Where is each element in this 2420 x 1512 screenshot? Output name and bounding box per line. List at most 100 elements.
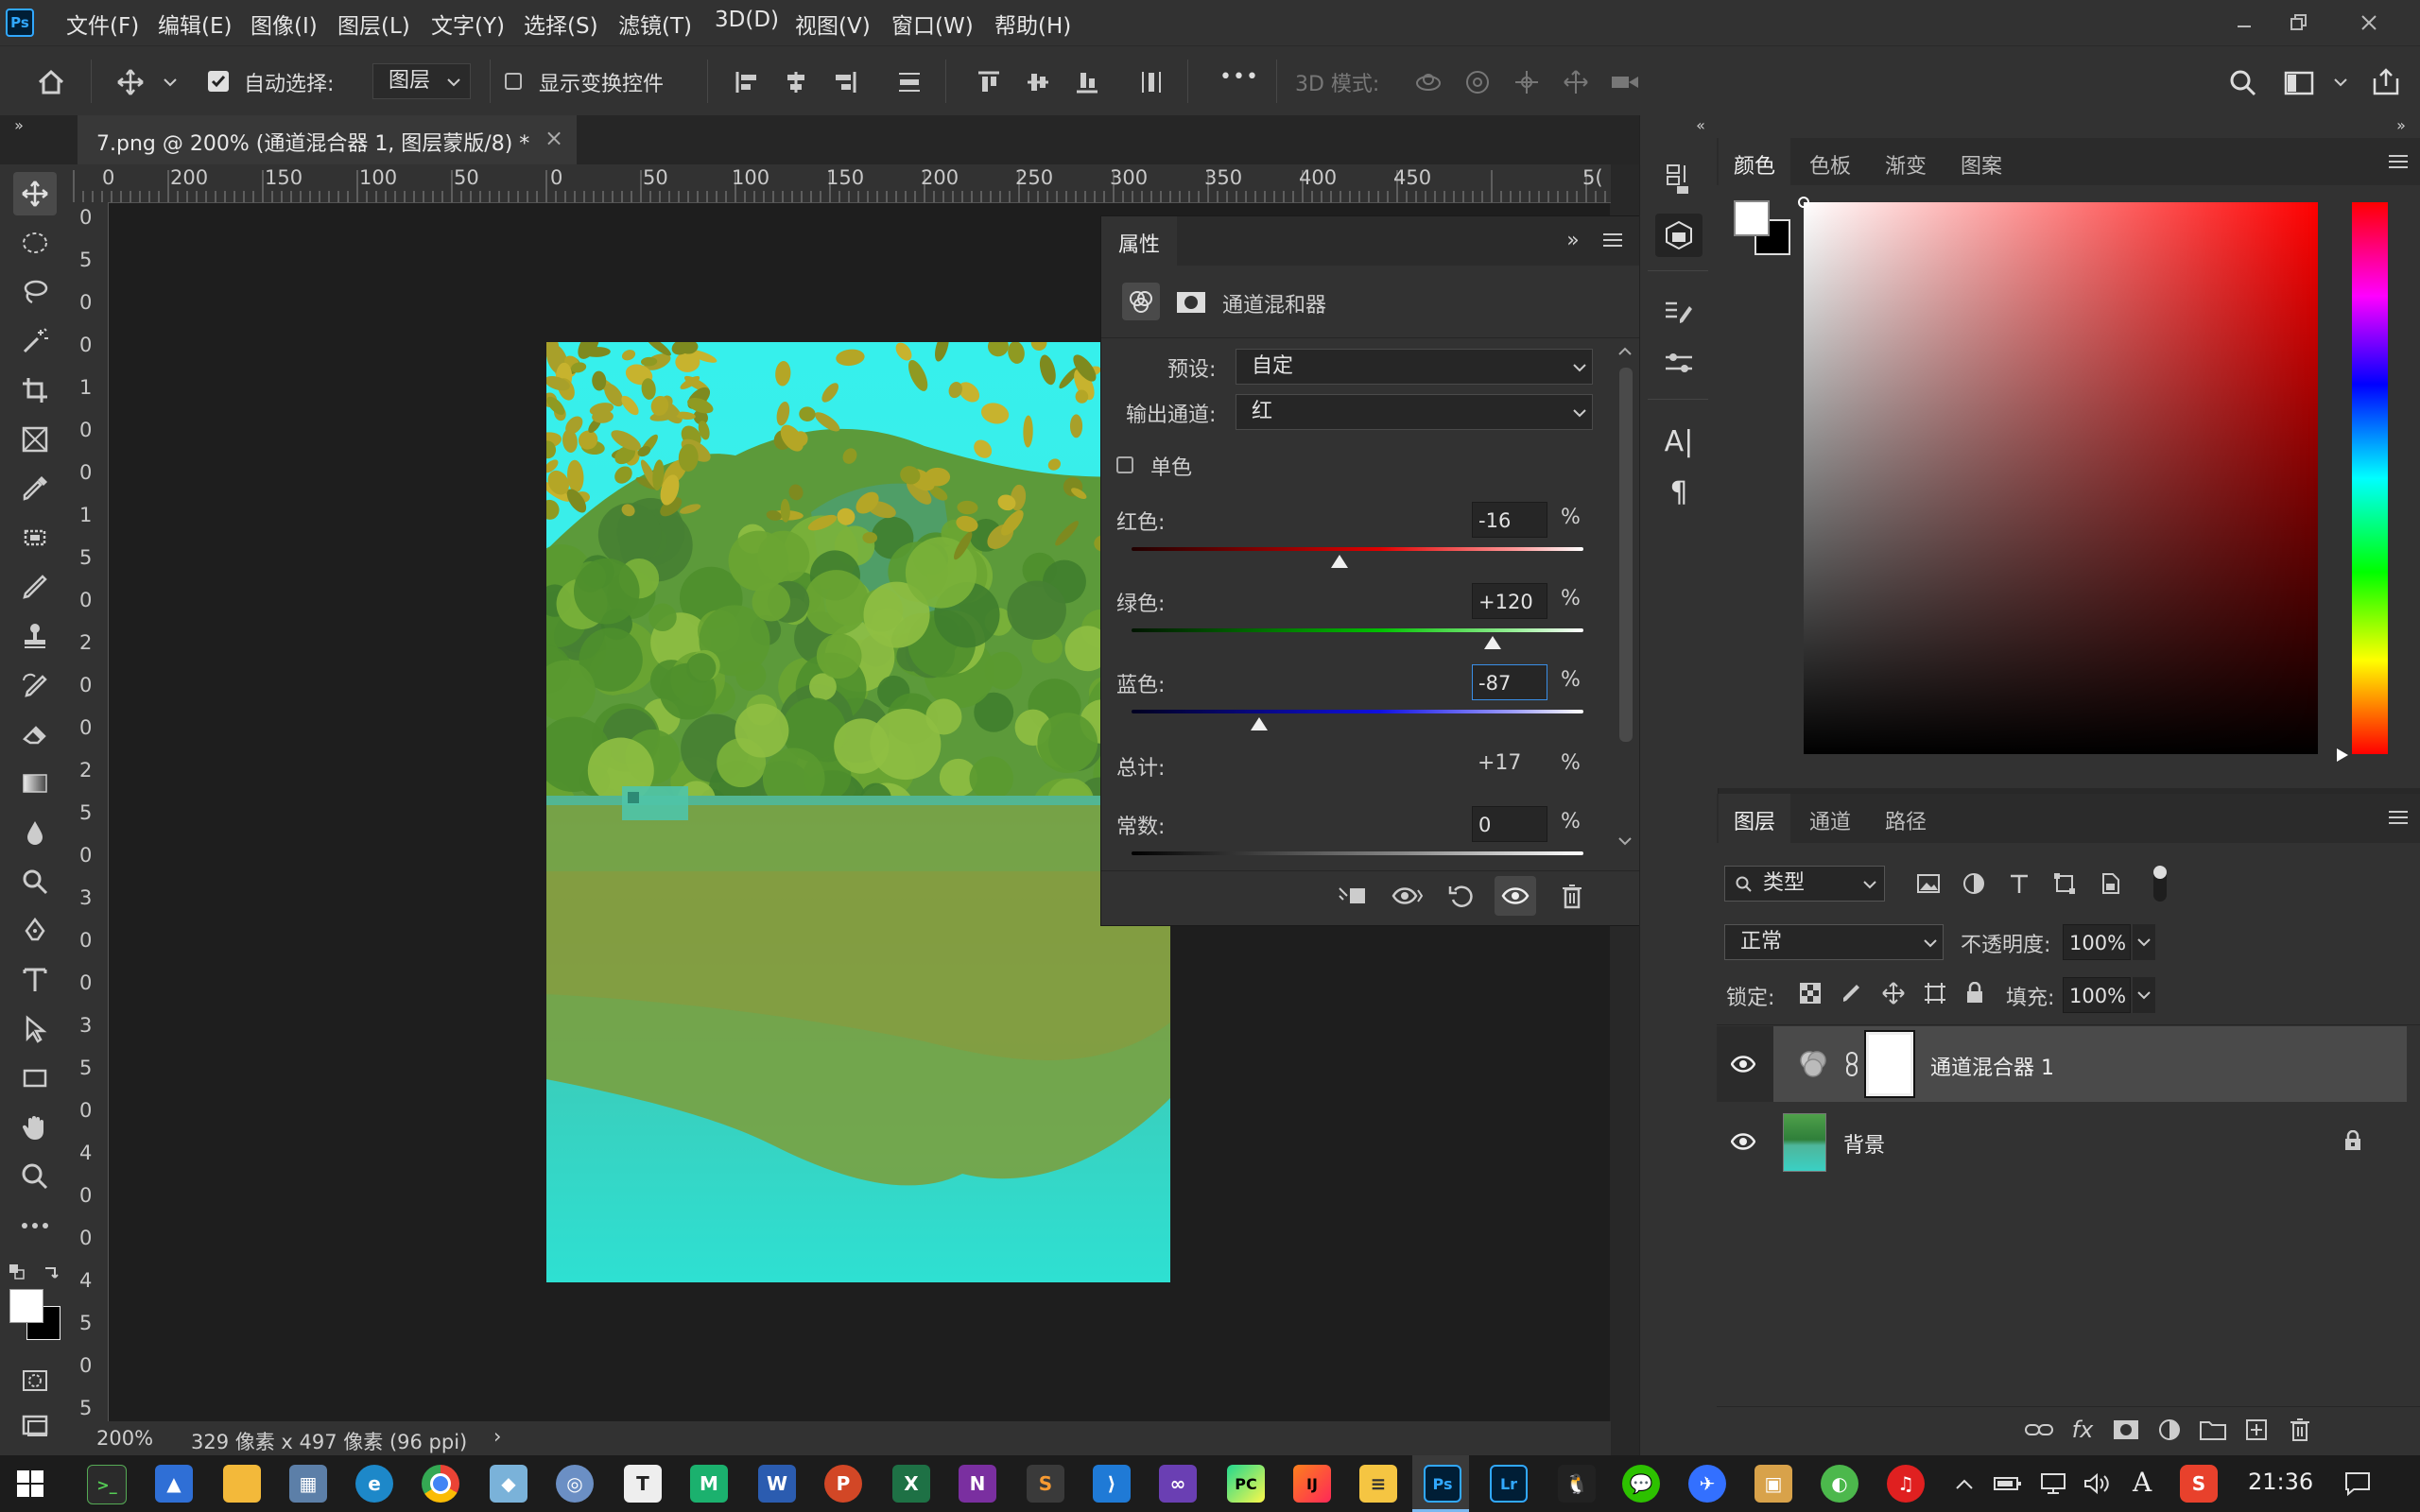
workspace-icon[interactable]	[2280, 65, 2318, 101]
new-adjustment-layer-icon[interactable]	[2153, 1414, 2186, 1446]
feishu-app-icon[interactable]: ✈	[1688, 1465, 1726, 1503]
expand-panel-icon[interactable]: »	[2390, 115, 2412, 134]
layer-row[interactable]: 通道混合器 1	[1717, 1026, 2407, 1102]
3d-roll-icon[interactable]	[1461, 67, 1494, 97]
distribute-vertical-icon[interactable]	[894, 67, 925, 97]
lock-icon[interactable]	[2339, 1126, 2367, 1155]
monochrome-checkbox[interactable]	[1116, 456, 1133, 473]
visibility-eye-icon[interactable]	[1726, 1125, 1760, 1159]
default-colors-icon[interactable]	[8, 1263, 26, 1281]
lightroom-app-icon[interactable]: Lr	[1490, 1465, 1528, 1503]
gradients-tab[interactable]: 渐变	[1885, 149, 1927, 180]
preset-dropdown[interactable]: 自定	[1236, 349, 1593, 385]
network-icon[interactable]	[2038, 1470, 2068, 1497]
add-mask-icon[interactable]	[2110, 1414, 2142, 1446]
patterns-tab[interactable]: 图案	[1961, 149, 2002, 180]
distribute-horizontal-icon[interactable]	[1136, 67, 1167, 97]
search-icon[interactable]	[2225, 65, 2261, 101]
blue-slider-thumb[interactable]	[1251, 717, 1269, 730]
store-app-icon[interactable]: ▣	[1754, 1465, 1792, 1503]
more-options-button[interactable]: •••	[1219, 65, 1259, 89]
align-bottom-icon[interactable]	[1072, 67, 1102, 97]
lock-artboard-icon[interactable]	[1921, 979, 1949, 1007]
green-slider-thumb[interactable]	[1484, 636, 1502, 649]
calculator-app-icon[interactable]: ▦	[289, 1465, 327, 1503]
channel-mixer-adjustment-icon[interactable]	[1122, 283, 1160, 320]
red-slider-track[interactable]	[1132, 547, 1583, 551]
minimize-icon[interactable]	[2223, 6, 2265, 40]
wechat-app-icon[interactable]: 💬	[1622, 1465, 1660, 1503]
browser-app-icon[interactable]: ◎	[556, 1465, 594, 1503]
align-middle-icon[interactable]	[1023, 67, 1053, 97]
blue-value-input[interactable]: -87	[1472, 664, 1547, 700]
chevron-down-icon[interactable]	[2331, 73, 2350, 92]
layer-mask-thumbnail[interactable]	[1864, 1030, 1915, 1098]
menu-view[interactable]: 视图(V)	[795, 8, 871, 40]
history-panel-icon[interactable]	[1655, 157, 1703, 200]
notepad-app-icon[interactable]: ≡	[1359, 1465, 1397, 1503]
ime-indicator[interactable]: A	[2133, 1467, 2152, 1498]
quick-mask-icon[interactable]	[13, 1359, 57, 1402]
layer-row[interactable]: 背景	[1717, 1104, 2407, 1179]
delete-layer-icon[interactable]	[2284, 1414, 2316, 1446]
360-app-icon[interactable]: ◐	[1821, 1465, 1858, 1503]
align-left-icon[interactable]	[732, 67, 762, 97]
menu-filter[interactable]: 滤镜(T)	[618, 8, 692, 40]
pc-manager-app-icon[interactable]: ▲	[155, 1465, 193, 1503]
foreground-swatch[interactable]	[1734, 200, 1770, 236]
eyedropper-icon[interactable]	[13, 467, 57, 510]
menu-file[interactable]: 文件(F)	[66, 8, 139, 40]
collapse-panel-icon[interactable]: »	[1561, 228, 1585, 252]
foreground-color-swatch[interactable]	[9, 1289, 43, 1323]
green-slider-track[interactable]	[1132, 628, 1583, 632]
menu-image[interactable]: 图像(I)	[251, 8, 318, 40]
menu-3d[interactable]: 3D(D)	[715, 8, 779, 32]
filter-shape-icon[interactable]	[2049, 868, 2080, 900]
opacity-input[interactable]: 100%	[2063, 924, 2131, 960]
align-right-icon[interactable]	[830, 67, 860, 97]
toggle-visibility-button[interactable]	[1495, 876, 1536, 916]
fill-input[interactable]: 100%	[2063, 977, 2131, 1013]
sogou-ime-icon[interactable]: S	[2180, 1465, 2218, 1503]
crop-icon[interactable]	[13, 369, 57, 412]
3d-panel-icon[interactable]	[1655, 214, 1703, 257]
properties-scrollbar[interactable]	[1614, 341, 1638, 870]
move-tool-icon[interactable]	[13, 172, 57, 215]
red-slider-thumb[interactable]	[1330, 555, 1348, 568]
align-top-icon[interactable]	[974, 67, 1004, 97]
blend-mode-dropdown[interactable]: 正常	[1724, 924, 1944, 960]
hue-slider-arrow[interactable]	[2337, 748, 2348, 762]
constant-slider-track[interactable]	[1132, 851, 1583, 855]
chrome-app-icon[interactable]	[422, 1465, 459, 1503]
lasso-icon[interactable]	[13, 270, 57, 314]
file-explorer-app-icon[interactable]	[223, 1465, 261, 1503]
output-channel-dropdown[interactable]: 红	[1236, 394, 1593, 430]
lock-pixels-icon[interactable]	[1838, 979, 1866, 1007]
red-value-input[interactable]: -16	[1472, 502, 1547, 538]
panel-menu-icon[interactable]	[2386, 151, 2411, 172]
lock-all-icon[interactable]	[1961, 979, 1989, 1007]
filter-smart-object-icon[interactable]	[2095, 868, 2125, 900]
pen-icon[interactable]	[13, 909, 57, 953]
3d-slide-icon[interactable]	[1560, 67, 1592, 97]
channels-tab[interactable]: 通道	[1809, 805, 1851, 835]
document-image[interactable]	[546, 342, 1170, 1282]
new-group-icon[interactable]	[2197, 1414, 2229, 1446]
tray-chevron-up-icon[interactable]	[1951, 1470, 1978, 1497]
layer-name[interactable]: 背景	[1843, 1128, 1885, 1159]
notification-icon[interactable]	[2341, 1467, 2375, 1501]
clone-stamp-icon[interactable]	[13, 614, 57, 658]
filter-type-icon[interactable]	[2004, 868, 2034, 900]
paragraph-panel-icon[interactable]: ¶	[1655, 471, 1703, 514]
vscode-app-icon[interactable]: ⟩	[1093, 1465, 1131, 1503]
hue-slider[interactable]	[2352, 202, 2388, 754]
visibility-eye-icon[interactable]	[1726, 1047, 1760, 1081]
chevron-down-icon[interactable]	[161, 73, 180, 92]
notes-app-icon[interactable]: ◆	[490, 1465, 527, 1503]
close-tab-icon[interactable]: ×	[544, 125, 563, 151]
menu-type[interactable]: 文字(Y)	[431, 8, 505, 40]
share-icon[interactable]	[2367, 63, 2405, 101]
delete-icon[interactable]	[1553, 880, 1591, 912]
edge-app-icon[interactable]: e	[355, 1465, 393, 1503]
close-window-icon[interactable]	[2348, 6, 2390, 40]
